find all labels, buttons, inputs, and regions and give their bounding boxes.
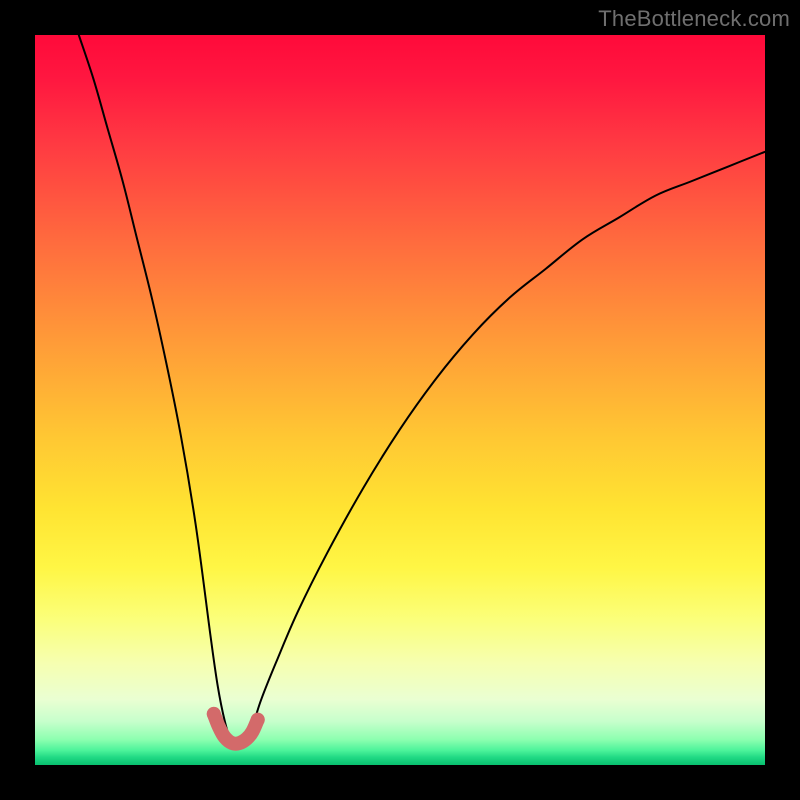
chart-svg [35,35,765,765]
chart-frame: TheBottleneck.com [0,0,800,800]
highlight-stub-dot-right [251,713,265,727]
chart-plot-area [35,35,765,765]
highlight-stub-dot-left [207,707,221,721]
watermark-text: TheBottleneck.com [598,6,790,32]
bottleneck-curve-path [79,35,765,745]
